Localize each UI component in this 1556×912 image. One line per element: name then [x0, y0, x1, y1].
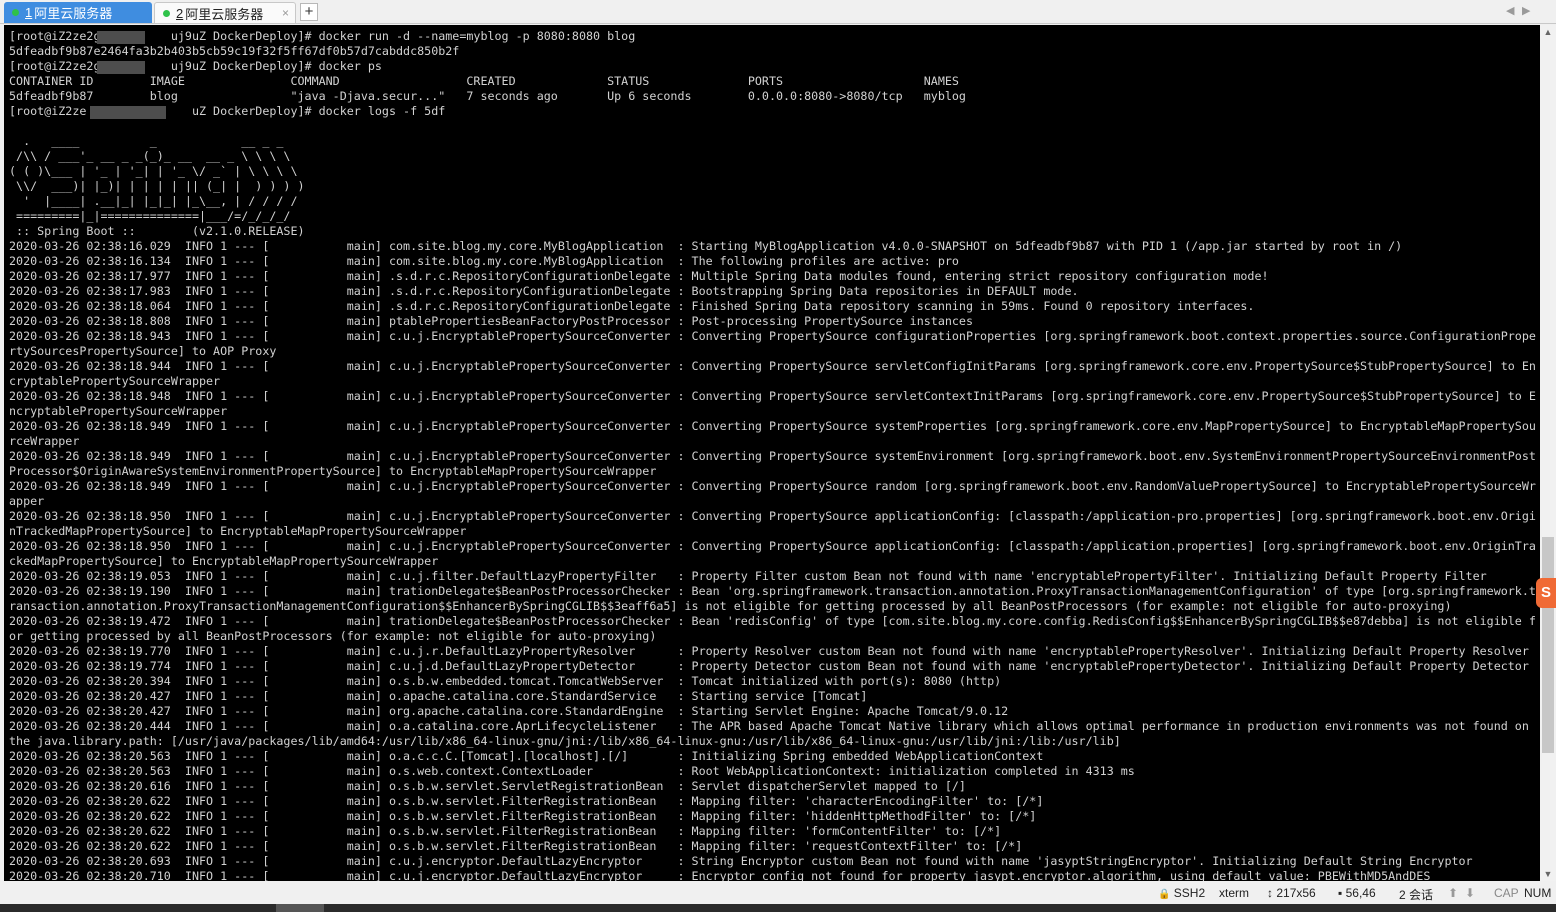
- terminal-line: 2020-03-26 02:38:18.950 INFO 1 --- [ mai…: [9, 539, 1536, 553]
- tab-session-1[interactable]: 1 阿里云服务器: [4, 2, 152, 23]
- terminal-line: 2020-03-26 02:38:16.134 INFO 1 --- [ mai…: [9, 254, 959, 268]
- redaction-mask: [90, 106, 166, 119]
- num-lock-indicator: NUM: [1524, 886, 1552, 900]
- terminal-line: CONTAINER ID IMAGE COMMAND CREATED STATU…: [9, 74, 959, 88]
- connected-status-icon: [163, 9, 170, 17]
- terminal-line: 2020-03-26 02:38:17.983 INFO 1 --- [ mai…: [9, 284, 1079, 298]
- terminal-line: 2020-03-26 02:38:20.616 INFO 1 --- [ mai…: [9, 779, 966, 793]
- terminal-line: 2020-03-26 02:38:20.563 INFO 1 --- [ mai…: [9, 749, 1044, 763]
- redaction-mask: [97, 31, 145, 44]
- tab-number: 2: [176, 5, 184, 21]
- scroll-up-arrow-icon[interactable]: ▲: [1540, 25, 1556, 39]
- taskbar-edge: [0, 904, 1556, 912]
- terminal-line: 2020-03-26 02:38:20.710 INFO 1 --- [ mai…: [9, 869, 1431, 881]
- terminal-line: apper: [9, 494, 45, 508]
- resize-icon: ↕: [1267, 886, 1273, 900]
- terminal-line: [root@iZ2ze2g uj9uZ DockerDeploy]# docke…: [9, 59, 382, 73]
- terminal-line: ransaction.annotation.ProxyTransactionMa…: [9, 599, 1452, 613]
- terminal-line: 2020-03-26 02:38:18.943 INFO 1 --- [ mai…: [9, 329, 1536, 343]
- terminal-line: [root@iZ2ze2g uj9uZ DockerDeploy]# docke…: [9, 29, 636, 43]
- terminal-text: [root@iZ2ze2g uj9uZ DockerDeploy]# docke…: [4, 25, 1540, 881]
- terminal-line: 2020-03-26 02:38:19.472 INFO 1 --- [ mai…: [9, 614, 1536, 628]
- terminal-line: rtySourcesPropertySource] to AOP Proxy: [9, 344, 277, 358]
- status-bar: 🔒 SSH2 xterm ↕ 217x56 ▪ 56,46 2 会话 ⬆ ⬇ C…: [0, 882, 1556, 904]
- terminal-line: [root@iZ2ze uZ DockerDeploy]# docker log…: [9, 104, 446, 118]
- tab-label: 阿里云服务器: [34, 6, 113, 21]
- terminal-line: :: Spring Boot :: (v2.1.0.RELEASE): [9, 224, 305, 238]
- terminal-size: ↕ 217x56: [1267, 886, 1316, 900]
- close-tab-icon[interactable]: ×: [282, 6, 289, 20]
- terminal-line: 2020-03-26 02:38:19.770 INFO 1 --- [ mai…: [9, 644, 1529, 658]
- lock-icon: 🔒: [1158, 889, 1171, 900]
- terminal-line: 2020-03-26 02:38:20.622 INFO 1 --- [ mai…: [9, 809, 1037, 823]
- tab-scroll-left-icon[interactable]: ◀: [1506, 4, 1514, 17]
- cursor-position: ▪ 56,46: [1338, 886, 1376, 900]
- session-up-button[interactable]: ⬆: [1448, 886, 1458, 900]
- terminal-line: =========|_|==============|___/=/_/_/_/: [9, 209, 291, 223]
- terminal-line: 2020-03-26 02:38:16.029 INFO 1 --- [ mai…: [9, 239, 1403, 253]
- terminal-line: 5dfeadbf9b87e2464fa3b2b403b5cb59c19f32f5…: [9, 44, 460, 58]
- scroll-down-arrow-icon[interactable]: ▼: [1540, 867, 1556, 881]
- terminal-line: cryptablePropertySourceWrapper: [9, 374, 221, 388]
- terminal-line: ' |____| .__|_| |_|_| |_\__, | / / / /: [9, 194, 298, 208]
- terminal-line: 2020-03-26 02:38:20.563 INFO 1 --- [ mai…: [9, 764, 1135, 778]
- input-method-widget[interactable]: S: [1536, 578, 1556, 608]
- terminal-scrollbar[interactable]: ▲ ▼: [1540, 25, 1556, 881]
- terminal-line: 2020-03-26 02:38:18.949 INFO 1 --- [ mai…: [9, 449, 1536, 463]
- terminal-line: 2020-03-26 02:38:18.949 INFO 1 --- [ mai…: [9, 479, 1536, 493]
- terminal-line: Processor$OriginAwareSystemEnvironmentPr…: [9, 464, 657, 478]
- terminal-line: 2020-03-26 02:38:20.394 INFO 1 --- [ mai…: [9, 674, 1002, 688]
- terminal-line: 2020-03-26 02:38:20.622 INFO 1 --- [ mai…: [9, 839, 1023, 853]
- new-tab-button[interactable]: +: [300, 3, 318, 21]
- terminal-line: 2020-03-26 02:38:19.190 INFO 1 --- [ mai…: [9, 584, 1536, 598]
- tab-bar: 1 阿里云服务器 2 阿里云服务器 × + ◀ ▶: [0, 0, 1556, 24]
- terminal-line: 2020-03-26 02:38:20.693 INFO 1 --- [ mai…: [9, 854, 1473, 868]
- terminal-line: or getting processed by all BeanPostProc…: [9, 629, 657, 643]
- terminal-line: nTrackedMapPropertySource] to Encryptabl…: [9, 524, 467, 538]
- connected-status-icon: [12, 9, 19, 16]
- terminal-line: 2020-03-26 02:38:20.427 INFO 1 --- [ mai…: [9, 704, 1009, 718]
- terminal-line: 2020-03-26 02:38:19.053 INFO 1 --- [ mai…: [9, 569, 1487, 583]
- terminal-size-value: 217x56: [1276, 886, 1316, 900]
- terminal-line: the java.library.path: [/usr/java/packag…: [9, 734, 1121, 748]
- tab-number: 1: [25, 5, 33, 20]
- session-count: 2 会话: [1399, 888, 1434, 902]
- terminal-line: \\/ ___)| |_)| | | | | || (_| | ) ) ) ): [9, 179, 305, 193]
- terminal-line: 2020-03-26 02:38:18.944 INFO 1 --- [ mai…: [9, 359, 1536, 373]
- terminal-line: 2020-03-26 02:38:20.622 INFO 1 --- [ mai…: [9, 794, 1044, 808]
- terminal-line: ncryptablePropertySourceWrapper: [9, 404, 228, 418]
- terminal-line: 2020-03-26 02:38:20.444 INFO 1 --- [ mai…: [9, 719, 1529, 733]
- terminal-line: 2020-03-26 02:38:18.949 INFO 1 --- [ mai…: [9, 419, 1536, 433]
- terminal-type: xterm: [1219, 886, 1249, 900]
- tab-session-2[interactable]: 2 阿里云服务器 ×: [154, 2, 296, 23]
- cursor-position-value: 56,46: [1345, 886, 1376, 900]
- terminal-line: 5dfeadbf9b87 blog "java -Djava.secur..."…: [9, 89, 966, 103]
- terminal-line: 2020-03-26 02:38:18.808 INFO 1 --- [ mai…: [9, 314, 973, 328]
- terminal-output[interactable]: [root@iZ2ze2g uj9uZ DockerDeploy]# docke…: [4, 25, 1540, 881]
- terminal-line: ckedMapPropertySource] to EncryptableMap…: [9, 554, 439, 568]
- terminal-line: 2020-03-26 02:38:17.977 INFO 1 --- [ mai…: [9, 269, 1269, 283]
- terminal-line: ( ( )\___ | '_ | '_| | '_ \/ _` | \ \ \ …: [9, 164, 298, 178]
- terminal-line: 2020-03-26 02:38:18.950 INFO 1 --- [ mai…: [9, 509, 1536, 523]
- protocol-label: SSH2: [1173, 886, 1206, 900]
- terminal-line: 2020-03-26 02:38:18.948 INFO 1 --- [ mai…: [9, 389, 1536, 403]
- terminal-line: 2020-03-26 02:38:18.064 INFO 1 --- [ mai…: [9, 299, 1255, 313]
- terminal-line: rceWrapper: [9, 434, 80, 448]
- redaction-mask: [97, 61, 145, 74]
- scrollbar-thumb[interactable]: [1542, 537, 1554, 753]
- terminal-line: 2020-03-26 02:38:20.427 INFO 1 --- [ mai…: [9, 689, 868, 703]
- terminal-line: 2020-03-26 02:38:20.622 INFO 1 --- [ mai…: [9, 824, 1002, 838]
- caps-lock-indicator: CAP: [1494, 886, 1519, 900]
- taskbar-segment: [276, 904, 324, 912]
- terminal-line: . ____ _ __ _ _: [9, 134, 284, 148]
- session-down-button[interactable]: ⬇: [1465, 886, 1475, 900]
- terminal-line: 2020-03-26 02:38:19.774 INFO 1 --- [ mai…: [9, 659, 1529, 673]
- tab-label: 阿里云服务器: [185, 6, 264, 22]
- tab-scroll-right-icon[interactable]: ▶: [1522, 4, 1530, 17]
- protocol-status: 🔒 SSH2: [1158, 886, 1205, 900]
- terminal-line: /\\ / ___'_ __ _ _(_)_ __ __ _ \ \ \ \: [9, 149, 291, 163]
- cursor-icon: ▪: [1338, 886, 1343, 900]
